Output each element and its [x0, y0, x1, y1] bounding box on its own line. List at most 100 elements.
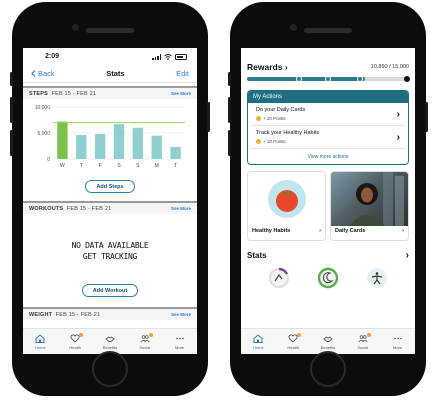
- action-points: + 10 Points: [256, 139, 319, 144]
- tab-more[interactable]: More: [383, 334, 413, 350]
- tab-social[interactable]: Social: [348, 332, 378, 350]
- workouts-section-header: WORKOUTS FEB 15 - FEB 21 See More: [23, 201, 197, 214]
- home-button[interactable]: [310, 351, 346, 387]
- steps-title: STEPS: [29, 90, 49, 97]
- steps-bar-chart: 10,000 5,000 0 W T F S S M T: [35, 105, 185, 169]
- handshake-icon: [105, 335, 115, 342]
- healthy-habits-card[interactable]: Healthy Habits ›: [247, 171, 326, 241]
- mute-switch: [228, 72, 231, 86]
- stats-header[interactable]: Stats ›: [241, 241, 415, 261]
- workouts-title: WORKOUTS: [29, 205, 64, 212]
- daily-cards-label: Daily Cards: [335, 228, 366, 234]
- health-notification-dot: [297, 332, 302, 337]
- status-time: 2:09: [45, 53, 60, 60]
- action-healthy-habits[interactable]: Track your Healthy Habits + 10 Points ›: [251, 126, 405, 149]
- rewards-header[interactable]: Rewards › 10,890 / 15,000: [241, 48, 415, 72]
- back-button[interactable]: Back: [31, 69, 55, 78]
- earpiece: [304, 28, 352, 33]
- tab-more-label: More: [175, 344, 185, 350]
- workouts-see-more-link[interactable]: See More: [171, 206, 191, 211]
- chevron-right-icon: ›: [405, 250, 409, 261]
- activity-ring-icon[interactable]: [366, 267, 388, 289]
- workouts-empty-state: NO DATA AVAILABLE GET TRACKING: [23, 240, 197, 262]
- home-button[interactable]: [92, 351, 128, 387]
- action-title: Track your Healthy Habits: [256, 130, 320, 136]
- volume-down-button: [10, 130, 13, 156]
- milestone-check-icon: [295, 76, 302, 82]
- steps-section-header: STEPS FEB 15 - FEB 21 See More: [23, 86, 197, 99]
- more-icon: [175, 337, 184, 339]
- tab-benefits[interactable]: Benefits: [313, 334, 343, 350]
- rewards-title: Rewards ›: [247, 62, 288, 72]
- feature-cards: Healthy Habits › Daily Cards ›: [247, 171, 409, 241]
- steps-label: STEPS FEB 15 - FEB 21: [29, 91, 96, 97]
- tomato-icon: [267, 180, 306, 218]
- page-title: Stats: [106, 69, 125, 78]
- action-points-label: + 10 Points: [263, 139, 286, 144]
- steps-see-more-link[interactable]: See More: [171, 91, 191, 96]
- stats-title: Stats: [247, 251, 267, 260]
- weight-label: WEIGHT FEB 15 - FEB 21: [29, 312, 100, 318]
- tab-more-label: More: [393, 344, 403, 350]
- earpiece: [86, 28, 134, 33]
- healthy-habits-image: [248, 172, 325, 226]
- weight-section-header: WEIGHT FEB 15 - FEB 21 See More: [23, 307, 197, 320]
- tab-social[interactable]: Social: [130, 332, 160, 350]
- social-notification-dot: [366, 332, 371, 337]
- add-workout-button[interactable]: Add Workout: [81, 284, 139, 297]
- milestone-check-icon: [324, 76, 331, 82]
- tab-home-label: Home: [35, 344, 46, 350]
- battery-icon: [175, 53, 187, 60]
- nav-bar: Back Stats Edit: [23, 65, 197, 83]
- bar: [170, 147, 181, 159]
- social-notification-dot: [148, 332, 153, 337]
- x-tick-label: T: [174, 163, 177, 169]
- tab-home[interactable]: Home: [243, 333, 273, 350]
- tab-health[interactable]: Health: [60, 332, 90, 350]
- action-text: Do your Daily Cards + 20 Points: [256, 107, 305, 121]
- tab-health[interactable]: Health: [278, 332, 308, 350]
- tab-more[interactable]: More: [165, 334, 195, 350]
- view-more-actions-link[interactable]: View more actions: [248, 149, 408, 164]
- steps-range: FEB 15 - FEB 21: [51, 90, 97, 97]
- x-tick-label: T: [80, 163, 83, 169]
- bar: [57, 121, 68, 159]
- daily-cards-card[interactable]: Daily Cards ›: [330, 171, 409, 241]
- chevron-right-icon: ›: [396, 108, 400, 120]
- bar: [151, 135, 162, 159]
- stats-rings: [255, 267, 401, 289]
- rewards-title-text: Rewards: [247, 62, 283, 72]
- home-icon: [35, 333, 45, 343]
- y-tick-label: 0: [47, 157, 50, 163]
- tab-home-label: Home: [253, 344, 264, 350]
- mute-switch: [10, 72, 13, 86]
- bar: [113, 124, 125, 159]
- chevron-right-icon: ›: [396, 131, 400, 143]
- x-tick-label: M: [155, 163, 159, 169]
- action-daily-cards[interactable]: Do your Daily Cards + 20 Points ›: [251, 103, 405, 126]
- workout-ring-icon[interactable]: [268, 267, 290, 289]
- volume-up-button: [10, 97, 13, 123]
- front-camera: [72, 24, 79, 31]
- home-icon: [253, 333, 263, 343]
- action-text: Track your Healthy Habits + 10 Points: [256, 130, 319, 144]
- person-photo-icon: [349, 172, 404, 226]
- tab-social-label: Social: [357, 344, 369, 350]
- tab-benefits[interactable]: Benefits: [95, 334, 125, 350]
- status-bar: 2:09: [23, 48, 197, 65]
- rewards-progress-bar: [247, 76, 410, 82]
- sleep-ring-icon[interactable]: [317, 267, 339, 289]
- home-screen: Rewards › 10,890 / 15,000 My Actions Do …: [241, 48, 415, 354]
- edit-button[interactable]: Edit: [176, 69, 189, 78]
- coin-icon: [256, 139, 261, 144]
- stage: 2:09 Back Stats Edit STEPS FEB 15 - FEB …: [0, 0, 435, 400]
- rewards-progress-fill: [247, 77, 365, 81]
- tab-home[interactable]: Home: [25, 333, 55, 350]
- card-label: Daily Cards ›: [331, 226, 408, 236]
- x-tick-label: S: [136, 163, 140, 169]
- add-steps-button[interactable]: Add Steps: [85, 180, 135, 193]
- tab-health-label: Health: [287, 344, 299, 350]
- weight-see-more-link[interactable]: See More: [171, 312, 191, 317]
- tab-benefits-label: Benefits: [320, 344, 336, 350]
- y-tick-label: 10,000: [35, 105, 51, 111]
